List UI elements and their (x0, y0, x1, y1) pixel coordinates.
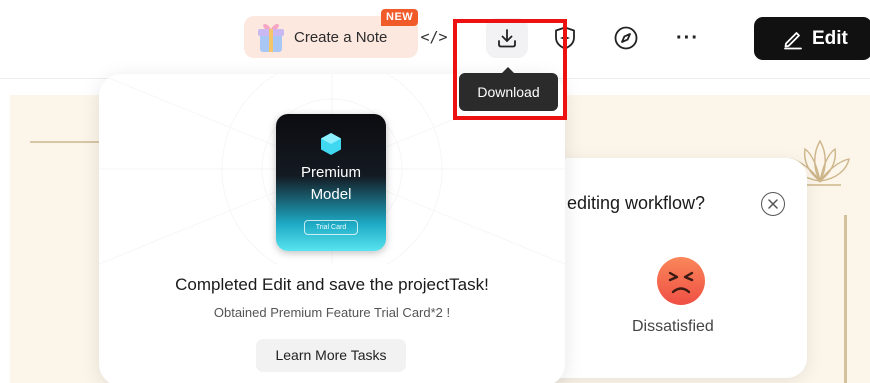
create-note-label: Create a Note (294, 29, 388, 46)
code-icon[interactable]: </> (420, 27, 448, 47)
trial-card-tag: Trial Card (304, 220, 358, 235)
rating-label: Dissatisfied (632, 318, 714, 335)
feedback-survey-card: editing workflow? Dissatisfied (525, 158, 807, 378)
canvas-border-line (844, 215, 847, 383)
learn-more-tasks-button[interactable]: Learn More Tasks (256, 339, 406, 372)
gift-icon (258, 24, 284, 52)
highlight-annotation (453, 19, 567, 120)
close-icon (768, 199, 778, 209)
premium-title-line: Model (310, 186, 352, 203)
premium-card-title: Premium Model (276, 162, 386, 206)
top-toolbar: Create a Note NEW </> ··· Edit (0, 0, 870, 78)
task-reward-text: Obtained Premium Feature Trial Card*2 ! (213, 305, 451, 320)
task-title: Completed Edit and save the projectTask! (175, 275, 489, 294)
survey-close-button[interactable] (761, 192, 785, 216)
gem-icon (321, 133, 341, 155)
angry-face-icon[interactable] (656, 256, 706, 306)
premium-title-line: Premium (300, 164, 361, 181)
edit-button-label: Edit (812, 28, 848, 49)
premium-trial-card: Premium Model Trial Card (276, 114, 386, 251)
new-badge: NEW (381, 9, 419, 26)
compass-icon[interactable] (613, 25, 639, 51)
pencil-icon (784, 32, 802, 50)
edit-button[interactable]: Edit (754, 17, 870, 60)
more-icon[interactable]: ··· (676, 28, 699, 48)
survey-question: editing workflow? (567, 193, 706, 213)
canvas-border-line (30, 141, 110, 143)
create-note-button[interactable]: Create a Note NEW (244, 9, 419, 58)
task-completion-card: Premium Model Trial Card Completed Edit … (99, 74, 565, 383)
